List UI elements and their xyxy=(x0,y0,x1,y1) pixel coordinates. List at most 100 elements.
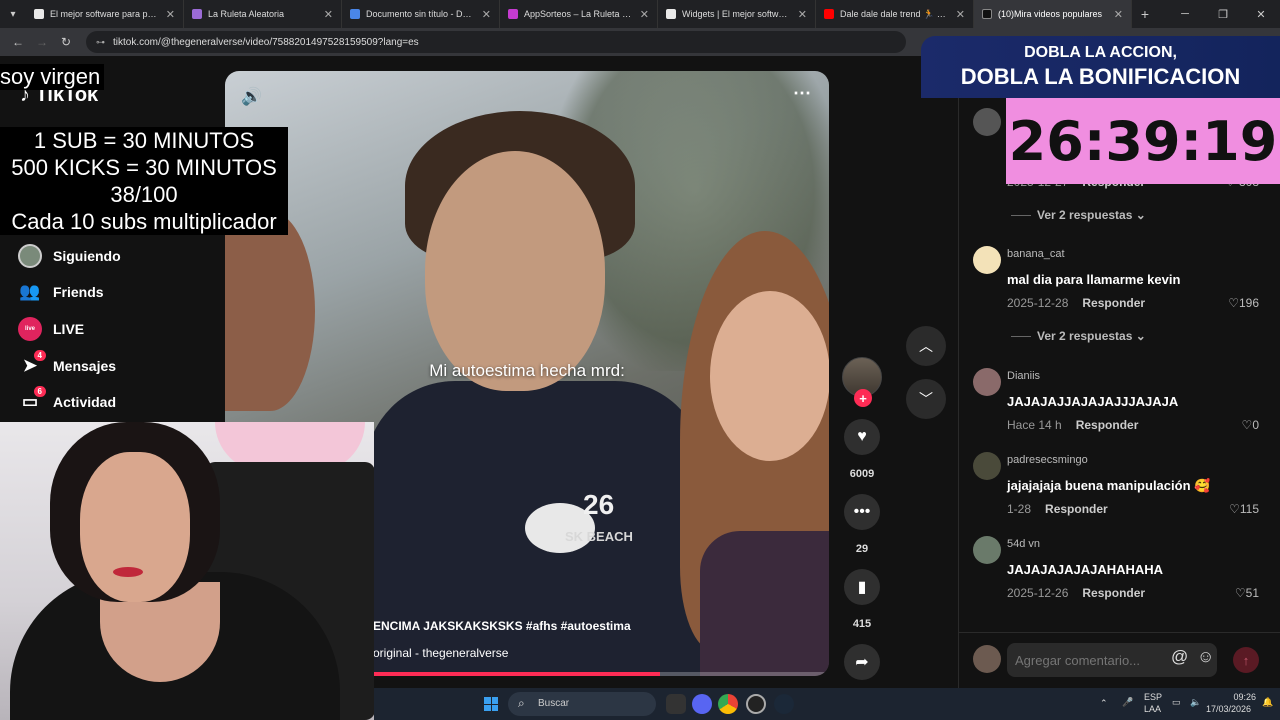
network-icon[interactable]: ▭ xyxy=(1172,697,1181,708)
browser-tab-active[interactable]: (10)Mira videos populares ✕ xyxy=(974,0,1132,28)
share-icon[interactable]: ➦ xyxy=(844,644,880,680)
close-icon[interactable]: ✕ xyxy=(640,8,649,21)
windows-start-icon[interactable] xyxy=(484,697,498,711)
view-replies-button[interactable]: Ver 2 respuestas ⌄ xyxy=(1011,208,1146,222)
heart-icon[interactable]: ♥ xyxy=(844,419,880,455)
next-video-button[interactable]: ﹀ xyxy=(906,379,946,419)
tab-search-icon[interactable]: ▾ xyxy=(0,0,26,28)
chevron-up-icon: ︿ xyxy=(919,338,933,354)
reload-icon[interactable]: ↻ xyxy=(54,35,78,49)
language-1[interactable]: ESP xyxy=(1144,692,1162,702)
url-text: tiktok.com/@thegeneralverse/video/758820… xyxy=(113,36,419,48)
comment-username[interactable]: 54d vn xyxy=(1007,538,1040,550)
commenter-avatar[interactable] xyxy=(973,452,1001,480)
comment-icon[interactable]: ••• xyxy=(844,494,880,530)
back-icon[interactable]: ← xyxy=(6,35,30,49)
obs-icon[interactable] xyxy=(746,694,766,714)
reply-button[interactable]: Responder xyxy=(1076,418,1139,432)
browser-tab[interactable]: Dale dale dale trend 🏃 ¿Con q ✕ xyxy=(816,0,974,28)
comment-action[interactable]: ••• 29 xyxy=(840,494,884,555)
url-field[interactable]: ⊶ tiktok.com/@thegeneralverse/video/7588… xyxy=(86,31,906,53)
browser-tab[interactable]: AppSorteos – La Ruleta de la S ✕ xyxy=(500,0,658,28)
comment-username[interactable]: Dianiis xyxy=(1007,370,1040,382)
browser-tab[interactable]: La Ruleta Aleatoria ✕ xyxy=(184,0,342,28)
commenter-avatar[interactable] xyxy=(973,368,1001,396)
browser-tab[interactable]: Widgets | El mejor software pa ✕ xyxy=(658,0,816,28)
site-info-icon[interactable]: ⊶ xyxy=(96,37,105,48)
file-explorer-icon[interactable] xyxy=(666,694,686,714)
browser-tab[interactable]: Documento sin título - Docum ✕ xyxy=(342,0,500,28)
chrome-icon[interactable] xyxy=(718,694,738,714)
reply-button[interactable]: Responder xyxy=(1082,296,1145,310)
comment-like-count[interactable]: ♡51 xyxy=(1235,586,1259,600)
sidebar-item-live[interactable]: live LIVE xyxy=(16,313,84,345)
stream-rules-box: 1 SUB = 30 MINUTOS 500 KICKS = 30 MINUTO… xyxy=(0,127,288,235)
commenter-avatar[interactable] xyxy=(973,536,1001,564)
view-replies-button[interactable]: Ver 2 respuestas ⌄ xyxy=(1011,329,1146,343)
sidebar-item-label: Friends xyxy=(53,284,104,300)
forward-icon[interactable]: → xyxy=(30,35,54,49)
like-action[interactable]: ♥ 6009 xyxy=(840,419,884,480)
minimize-icon[interactable]: ─ xyxy=(1166,0,1204,28)
sidebar-item-label: Mensajes xyxy=(53,358,117,374)
comment-like-count[interactable]: ♡115 xyxy=(1229,502,1259,516)
close-icon[interactable]: ✕ xyxy=(798,8,807,21)
tab-title: El mejor software para potencia xyxy=(50,9,160,19)
clock-time[interactable]: 09:26 xyxy=(1216,692,1256,702)
follow-plus-icon[interactable]: + xyxy=(854,389,872,407)
tray-chevron-icon[interactable]: ⌃ xyxy=(1100,698,1108,709)
sidebar-item-actividad[interactable]: ▭ 6 Actividad xyxy=(16,386,116,418)
reply-button[interactable]: Responder xyxy=(1045,502,1108,516)
close-icon[interactable]: ✕ xyxy=(482,8,491,21)
more-options-icon[interactable]: ⋯ xyxy=(793,83,811,104)
browser-tab[interactable]: El mejor software para potencia ✕ xyxy=(26,0,184,28)
webcam-feed xyxy=(0,422,374,720)
discord-icon[interactable] xyxy=(692,694,712,714)
close-icon[interactable]: ✕ xyxy=(324,8,333,21)
comment-count: 29 xyxy=(855,543,869,555)
previous-video-button[interactable]: ︿ xyxy=(906,326,946,366)
close-icon[interactable]: ✕ xyxy=(1114,8,1123,21)
close-icon[interactable]: ✕ xyxy=(956,8,965,21)
stream-title: soy virgen xyxy=(0,64,105,90)
clock-date[interactable]: 17/03/2026 xyxy=(1206,704,1251,714)
new-tab-icon[interactable]: + xyxy=(1132,6,1158,22)
video-description[interactable]: ENCIMA JAKSKAKSKSKS #afhs #autoestima xyxy=(373,619,631,633)
save-action[interactable]: ▮ 415 xyxy=(840,569,884,630)
notification-icon[interactable]: 🔔 xyxy=(1262,697,1273,708)
close-window-icon[interactable]: ✕ xyxy=(1242,0,1280,28)
comment-username[interactable]: banana_cat xyxy=(1007,248,1065,260)
reply-button[interactable]: Responder xyxy=(1082,586,1145,600)
bookmark-icon[interactable]: ▮ xyxy=(844,569,880,605)
tab-title: Widgets | El mejor software pa xyxy=(682,9,792,19)
volume-icon[interactable]: 🔊 xyxy=(241,87,262,107)
commenter-avatar[interactable] xyxy=(973,246,1001,274)
emoji-icon[interactable]: ☺ xyxy=(1197,647,1214,667)
send-comment-button[interactable]: ↑ xyxy=(1233,647,1259,673)
microphone-icon[interactable]: 🎤 xyxy=(1122,697,1133,708)
comment-text: JAJAJAJAJAJAHAHAHA xyxy=(1007,562,1164,577)
video-caption: Mi autoestima hecha mrd: xyxy=(429,361,625,380)
tab-favicon-icon xyxy=(350,9,360,19)
comment-like-count[interactable]: ♡196 xyxy=(1228,296,1259,310)
sidebar-item-siguiendo[interactable]: Siguiendo xyxy=(16,240,121,272)
commenter-avatar[interactable] xyxy=(973,108,1001,136)
video-music[interactable]: original - thegeneralverse xyxy=(373,646,508,660)
chevron-down-icon: ﹀ xyxy=(919,391,933,407)
rule-line: 500 KICKS = 30 MINUTOS xyxy=(11,155,277,180)
rule-line: 1 SUB = 30 MINUTOS xyxy=(33,128,255,153)
sidebar-item-friends[interactable]: 👥 Friends xyxy=(16,276,104,308)
comment-like-count[interactable]: ♡0 xyxy=(1242,418,1259,432)
creator-avatar[interactable]: + xyxy=(842,357,882,407)
comment-username[interactable]: padresecsmingo xyxy=(1007,454,1088,466)
sidebar-item-mensajes[interactable]: ➤ 4 Mensajes xyxy=(16,350,116,382)
volume-tray-icon[interactable]: 🔈 xyxy=(1190,697,1201,708)
close-icon[interactable]: ✕ xyxy=(166,8,175,21)
taskbar-search[interactable]: ⌕ Buscar xyxy=(508,692,656,716)
tab-title: Documento sin título - Docum xyxy=(366,9,476,19)
video-person-right xyxy=(680,231,829,676)
steam-icon[interactable] xyxy=(774,694,794,714)
language-2[interactable]: LAA xyxy=(1144,704,1161,714)
restore-icon[interactable]: ❐ xyxy=(1204,0,1242,28)
mention-icon[interactable]: @ xyxy=(1171,647,1188,667)
